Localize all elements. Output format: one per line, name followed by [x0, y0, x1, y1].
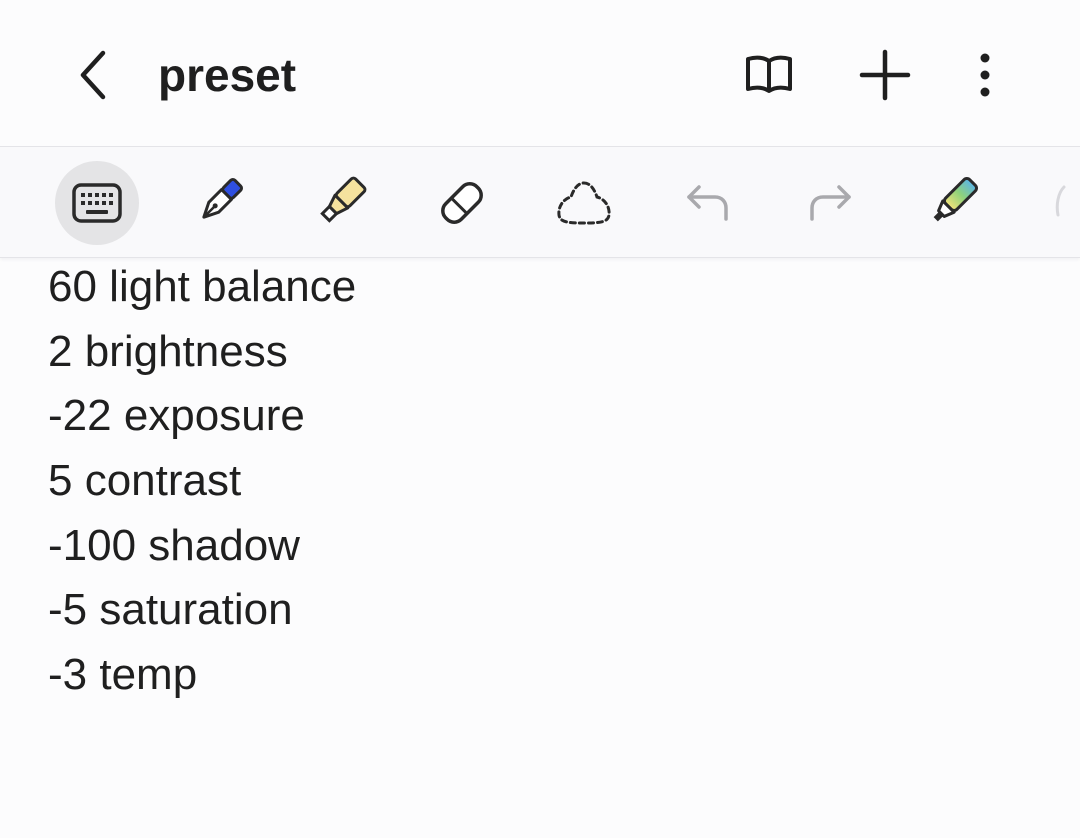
back-button[interactable]	[62, 44, 124, 106]
note-title[interactable]: preset	[158, 44, 296, 106]
notes-editor-screen: preset 60 light balance 2 brightness -22…	[0, 0, 1080, 838]
note-line: -5 saturation	[48, 585, 293, 635]
partial-tool-icon	[1055, 185, 1066, 217]
pen-tool-button[interactable]	[176, 161, 260, 245]
plus-icon	[859, 49, 911, 101]
note-line: 60 light balance	[48, 262, 357, 311]
undo-icon	[687, 185, 728, 221]
highlighter-icon	[320, 176, 367, 223]
rainbow-pen-icon	[933, 176, 979, 222]
note-line: -22 exposure	[48, 391, 305, 441]
redo-icon	[810, 185, 851, 221]
fountain-pen-icon	[202, 177, 244, 219]
keyboard-icon	[72, 183, 122, 223]
more-options-button[interactable]	[954, 44, 1016, 106]
chevron-left-icon	[80, 50, 106, 100]
note-line: -100 shadow	[48, 520, 300, 570]
note-line: -3 temp	[48, 650, 198, 700]
keyboard-tool-button[interactable]	[55, 161, 139, 245]
reading-mode-button[interactable]	[738, 44, 800, 106]
lasso-select-icon	[557, 181, 611, 225]
note-text-area[interactable]: 60 light balance 2 brightness -22 exposu…	[48, 255, 1048, 708]
eraser-tool-button[interactable]	[420, 161, 504, 245]
eraser-icon	[441, 182, 483, 224]
drawing-toolbar	[0, 146, 1080, 258]
book-open-icon	[746, 55, 792, 93]
redo-button[interactable]	[788, 161, 872, 245]
undo-button[interactable]	[666, 161, 750, 245]
note-line: 5 contrast	[48, 456, 242, 506]
lasso-select-button[interactable]	[542, 161, 626, 245]
more-tools-partial[interactable]	[1040, 161, 1080, 245]
rainbow-pen-tool-button[interactable]	[910, 161, 994, 245]
app-header: preset	[0, 0, 1080, 146]
highlighter-tool-button[interactable]	[298, 161, 382, 245]
add-button[interactable]	[854, 44, 916, 106]
note-line: 2 brightness	[48, 326, 288, 376]
more-vertical-icon	[980, 53, 990, 97]
